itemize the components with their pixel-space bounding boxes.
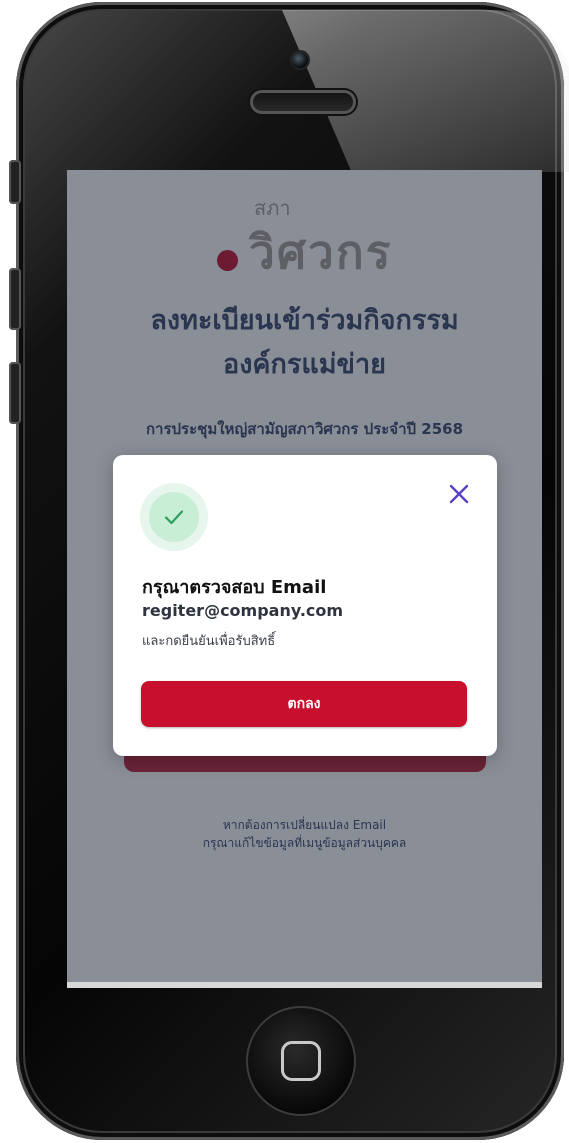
logo-main-text: วิศวกร — [249, 225, 393, 279]
earpiece-speaker — [250, 90, 356, 114]
change-email-note-instruction: กรุณาแก้ไขข้อมูลที่เมนูข้อมูลส่วนบุคคล — [202, 836, 407, 850]
volume-down-button — [9, 362, 21, 424]
check-icon — [149, 492, 199, 542]
logo-dot — [217, 250, 238, 271]
screen-bottom-edge — [67, 982, 542, 988]
page-subtitle: องค์กรแม่ข่าย — [223, 349, 386, 380]
close-icon[interactable] — [447, 482, 471, 506]
modal-title: กรุณาตรวจสอบ Email — [142, 577, 327, 598]
page-title: ลงทะเบียนเข้าร่วมกิจกรรม — [150, 305, 459, 336]
mute-switch — [9, 160, 21, 204]
volume-up-button — [9, 268, 21, 330]
modal-description: และกดยืนยันเพื่อรับสิทธิ์ — [142, 634, 276, 649]
success-badge — [140, 483, 208, 551]
confirm-email-modal: กรุณาตรวจสอบ Email regiter@company.com แ… — [113, 455, 497, 756]
front-camera-icon — [292, 52, 308, 68]
modal-email: regiter@company.com — [142, 601, 344, 620]
home-button[interactable] — [246, 1006, 356, 1116]
ok-button[interactable]: ตกลง — [141, 681, 467, 727]
home-square-icon — [281, 1041, 321, 1081]
change-email-note: หากต้องการเปลี่ยนแปลง Email — [222, 818, 387, 832]
event-name: การประชุมใหญ่สามัญสภาวิศวกร ประจำปี 2568 — [145, 420, 464, 438]
